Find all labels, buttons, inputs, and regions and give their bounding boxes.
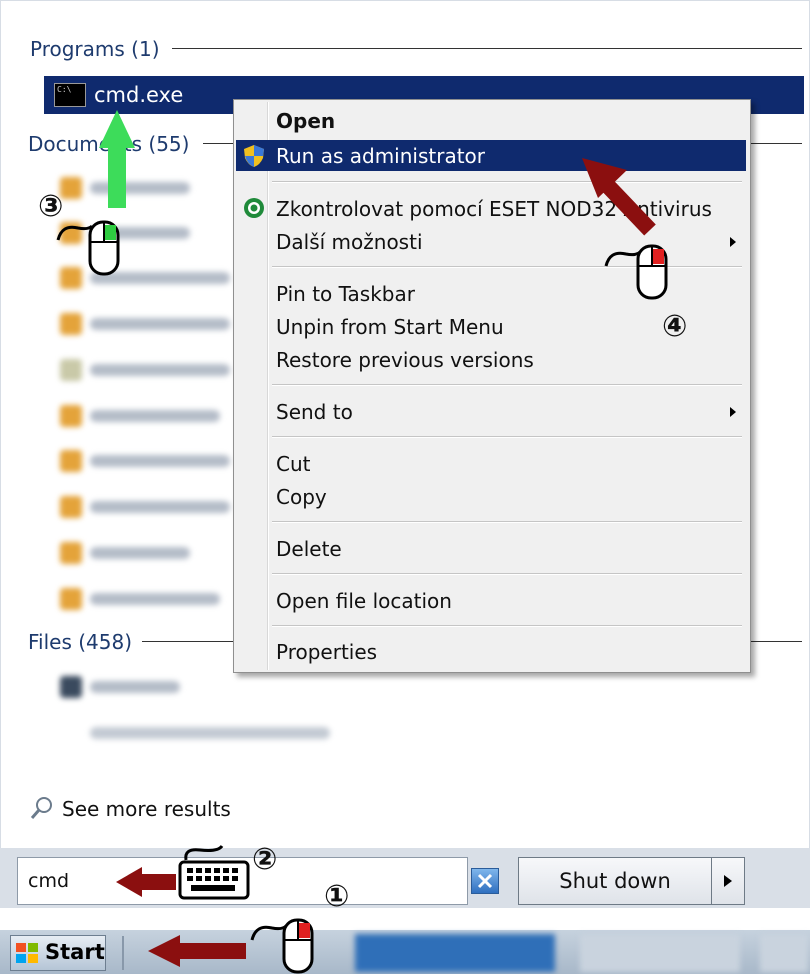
annotation-overlay bbox=[56, 110, 668, 974]
keyboard-icon bbox=[178, 845, 250, 900]
red-diagonal-arrow-icon bbox=[582, 158, 656, 236]
step-1-marker: ① bbox=[324, 879, 350, 914]
mouse-right-click-icon bbox=[250, 918, 314, 974]
mouse-right-click-icon bbox=[604, 244, 668, 300]
step-2-marker: ② bbox=[252, 842, 278, 877]
step-3-marker: ③ bbox=[38, 189, 64, 224]
step-4-marker: ④ bbox=[662, 309, 688, 344]
red-left-arrow-icon bbox=[116, 867, 176, 897]
green-up-arrow-icon bbox=[99, 110, 135, 208]
mouse-left-click-icon bbox=[56, 220, 120, 276]
red-left-arrow-icon bbox=[148, 935, 246, 967]
